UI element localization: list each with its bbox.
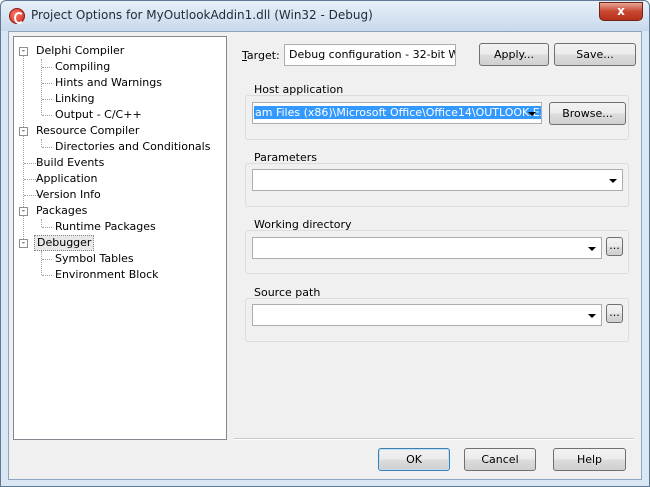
source-path-combo[interactable] [252, 304, 602, 326]
tree-connector [42, 227, 52, 228]
target-combo-value: Debug configuration - 32-bit Wi [289, 48, 456, 61]
title-bar[interactable]: Project Options for MyOutlookAddin1.dll … [1, 1, 649, 31]
browse-button[interactable]: Browse... [549, 102, 626, 125]
dialog-client-area: - Delphi Compiler Compiling Hints and Wa… [8, 31, 642, 480]
save-button[interactable]: Save... [554, 43, 636, 66]
parameters-combo[interactable] [252, 169, 623, 191]
tree-connector [42, 115, 52, 116]
tree-connector [42, 83, 52, 84]
dropdown-arrow-icon[interactable] [528, 112, 536, 116]
host-application-selected-text: am Files (x86)\Microsoft Office\Office14… [254, 106, 541, 119]
ok-button[interactable]: OK [378, 448, 450, 471]
cancel-button[interactable]: Cancel [464, 448, 536, 471]
tree-connector [42, 275, 52, 276]
options-tree[interactable]: - Delphi Compiler Compiling Hints and Wa… [13, 36, 227, 440]
host-application-label: Host application [254, 83, 344, 96]
tree-item-label: Packages [36, 204, 88, 217]
parameters-label: Parameters [254, 151, 317, 164]
collapse-icon[interactable]: - [19, 207, 28, 216]
window-title: Project Options for MyOutlookAddin1.dll … [31, 8, 373, 22]
delphi-app-icon [9, 8, 25, 24]
tree-item-label: Directories and Conditionals [55, 140, 211, 153]
tree-connector [42, 99, 52, 100]
target-label-text: arget: [246, 49, 280, 62]
tree-item-label: Environment Block [55, 268, 159, 281]
tree-connector [42, 259, 52, 260]
tree-item-label: Build Events [36, 156, 105, 169]
host-application-combo[interactable]: am Files (x86)\Microsoft Office\Office14… [252, 102, 542, 124]
tree-item-label: Hints and Warnings [55, 76, 162, 89]
apply-button[interactable]: Apply... [479, 43, 549, 66]
dropdown-arrow-icon[interactable] [609, 179, 617, 183]
working-directory-combo[interactable] [252, 237, 602, 259]
tree-item-label: Version Info [36, 188, 101, 201]
button-separator [234, 438, 634, 440]
target-label: Target: [242, 49, 280, 62]
target-combo[interactable]: Debug configuration - 32-bit Wi [284, 44, 456, 66]
close-button[interactable]: x [599, 2, 643, 21]
tree-item-label: Output - C/C++ [55, 108, 142, 121]
tree-item-label: Runtime Packages [55, 220, 156, 233]
collapse-icon[interactable]: - [19, 47, 28, 56]
tree-item-label: Resource Compiler [36, 124, 140, 137]
tree-connector [41, 139, 42, 147]
tree-item-label: Linking [55, 92, 95, 105]
host-application-value: am Files (x86)\Microsoft Office\Office14… [254, 106, 541, 119]
help-button[interactable]: Help [553, 448, 626, 471]
project-options-window: Project Options for MyOutlookAddin1.dll … [0, 0, 650, 487]
source-path-label: Source path [254, 286, 321, 299]
tree-item-label: Debugger [34, 235, 95, 251]
collapse-icon[interactable]: - [19, 239, 28, 248]
tree-connector [42, 67, 52, 68]
working-directory-browse-button[interactable]: ... [606, 237, 623, 256]
tree-item-label: Delphi Compiler [36, 44, 125, 57]
dropdown-arrow-icon[interactable] [588, 247, 596, 251]
tree-connector [42, 147, 52, 148]
tree-item-label: Application [36, 172, 98, 185]
source-path-browse-button[interactable]: ... [606, 304, 623, 323]
dropdown-arrow-icon[interactable] [588, 314, 596, 318]
tree-connector [41, 219, 42, 227]
tree-item-label: Compiling [55, 60, 111, 73]
tree-item-label: Symbol Tables [55, 252, 134, 265]
collapse-icon[interactable]: - [19, 127, 28, 136]
tree-connector [41, 251, 42, 275]
working-directory-label: Working directory [254, 218, 352, 231]
